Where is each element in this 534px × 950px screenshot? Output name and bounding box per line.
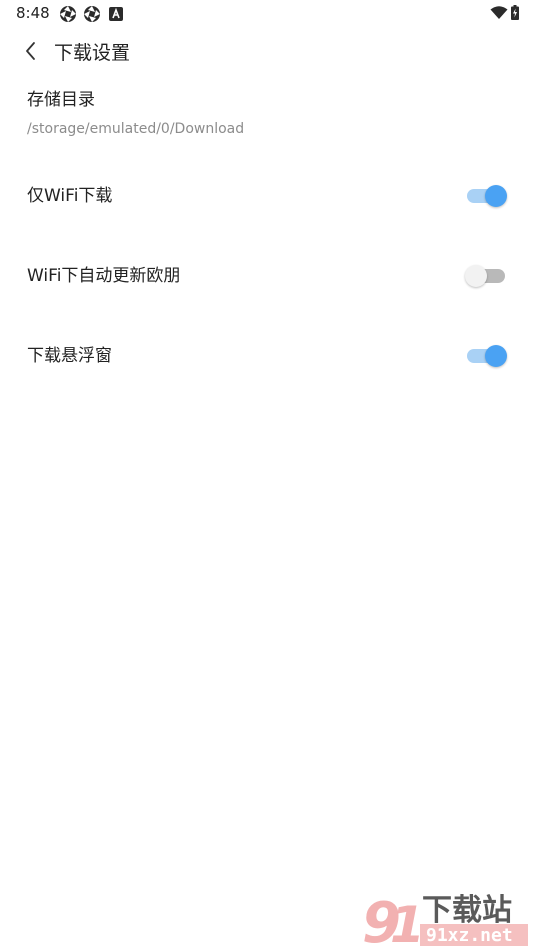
- wifi-auto-update-toggle[interactable]: [465, 264, 507, 288]
- storage-directory-item[interactable]: 存储目录 /storage/emulated/0/Download: [27, 88, 507, 138]
- setting-row-download-floating-window[interactable]: 下载悬浮窗: [27, 336, 507, 376]
- toggle-thumb: [485, 185, 507, 207]
- text-a-icon: [109, 7, 123, 21]
- svg-text:1: 1: [390, 896, 425, 948]
- download-floating-window-toggle[interactable]: [465, 344, 507, 368]
- setting-row-wifi-only-download[interactable]: 仅WiFi下载: [27, 176, 507, 216]
- setting-label: 仅WiFi下载: [27, 186, 113, 206]
- toggle-thumb: [485, 345, 507, 367]
- aperture-icon: [84, 6, 100, 22]
- aperture-icon: [60, 6, 76, 22]
- wifi-only-download-toggle[interactable]: [465, 184, 507, 208]
- setting-row-wifi-auto-update[interactable]: WiFi下自动更新欧朋: [27, 256, 507, 296]
- watermark-logo: 9 1 下载站 91xz.net: [362, 891, 528, 948]
- storage-directory-path: /storage/emulated/0/Download: [27, 121, 245, 137]
- page-title: 下载设置: [54, 42, 131, 64]
- back-button[interactable]: [16, 36, 46, 66]
- setting-label: WiFi下自动更新欧朋: [27, 266, 181, 286]
- toggle-thumb: [465, 265, 487, 287]
- app-bar: 下载设置: [0, 30, 534, 74]
- battery-charging-icon: [511, 5, 519, 20]
- storage-directory-title: 存储目录: [27, 90, 95, 110]
- wifi-icon: [490, 6, 508, 19]
- chevron-left-icon: [26, 42, 35, 60]
- status-time: 8:48: [16, 4, 50, 22]
- watermark-main-text: 下载站: [422, 893, 512, 928]
- watermark-sub-text: 91xz.net: [426, 925, 513, 946]
- setting-label: 下载悬浮窗: [27, 346, 112, 366]
- status-bar: 8:48: [0, 0, 534, 28]
